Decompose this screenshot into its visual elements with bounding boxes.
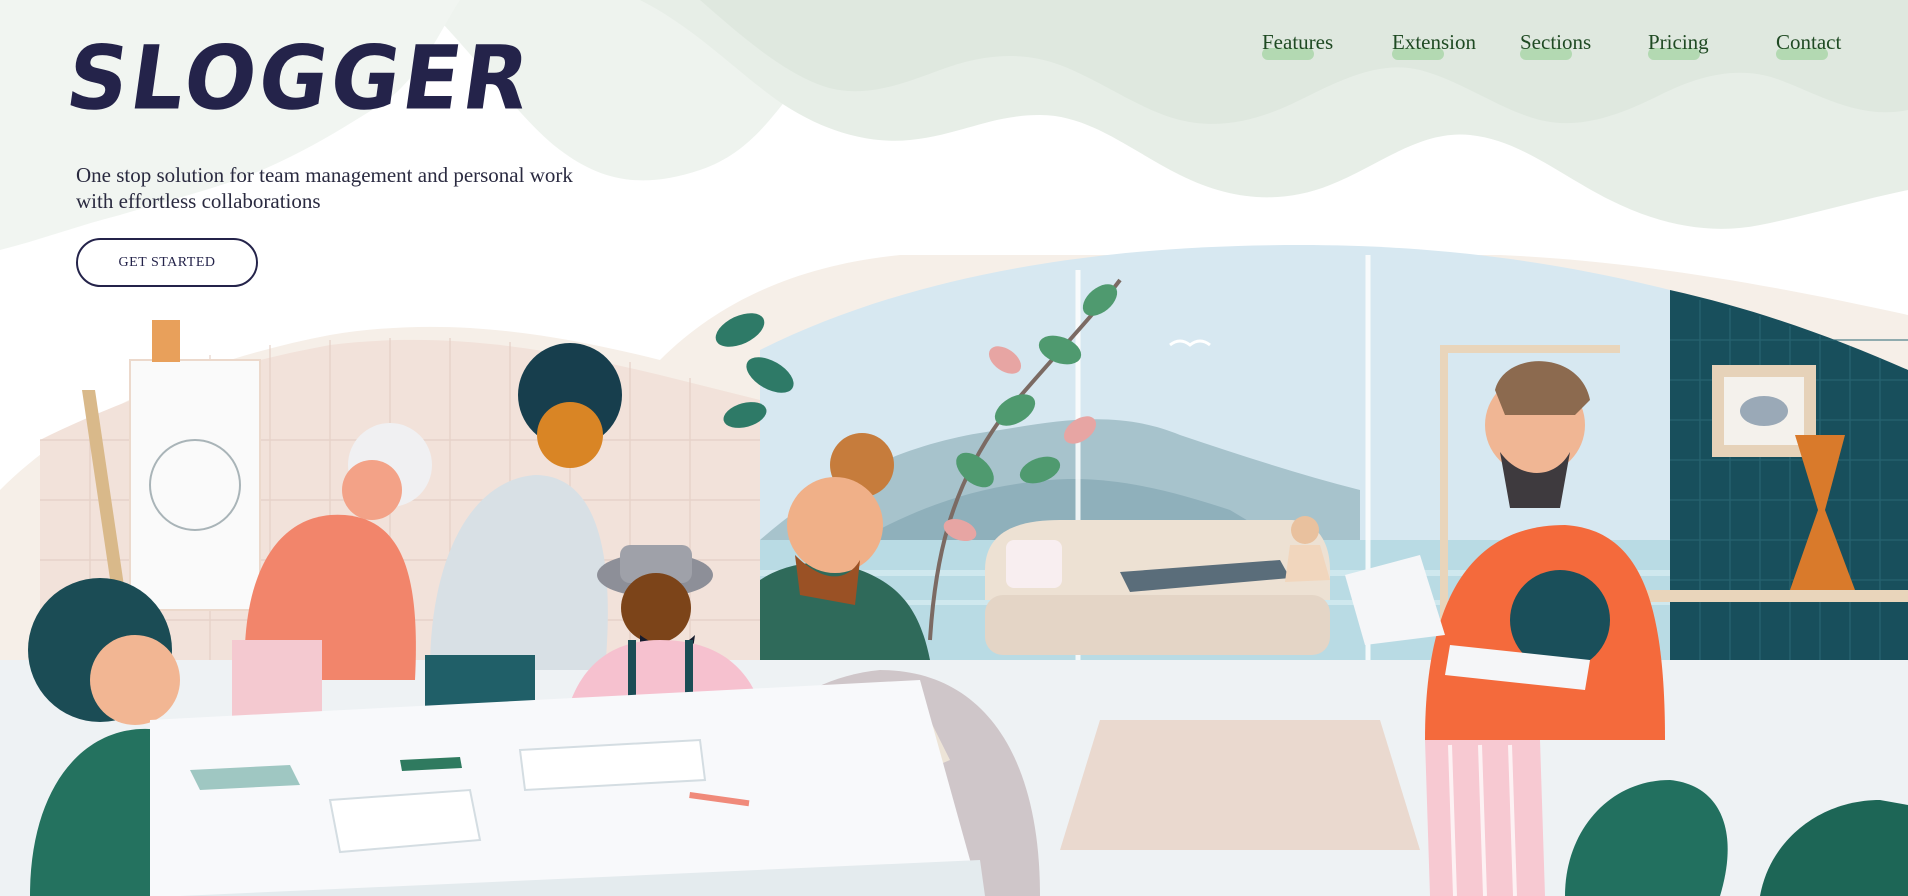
landing-page: Features Extension Sections Pricing Cont… <box>0 0 1908 896</box>
nav-pricing[interactable]: Pricing <box>1648 28 1709 60</box>
get-started-button[interactable]: GET STARTED <box>76 238 258 287</box>
nav-features[interactable]: Features <box>1262 28 1333 60</box>
hero-tagline: One stop solution for team management an… <box>76 163 573 213</box>
team-collaboration-illustration <box>0 245 1908 896</box>
nav-extension[interactable]: Extension <box>1392 28 1476 60</box>
nav-contact[interactable]: Contact <box>1776 28 1841 60</box>
nav-sections[interactable]: Sections <box>1520 28 1591 60</box>
logo[interactable]: SLOGGER <box>61 27 539 130</box>
